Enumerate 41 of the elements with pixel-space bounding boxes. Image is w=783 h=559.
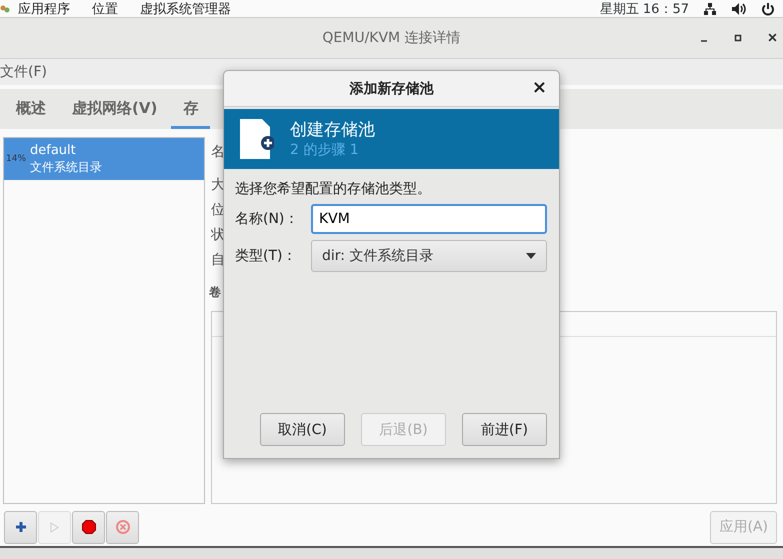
step-label: 2 的步骤 1 <box>290 141 360 159</box>
name-field[interactable]: KVM <box>311 204 547 234</box>
tab[interactable]: 存 <box>171 89 210 129</box>
add-button[interactable] <box>4 510 37 544</box>
dialog-button[interactable]: 取消(C) <box>260 413 345 446</box>
window-title: QEMU/KVM 连接详情 <box>322 29 461 47</box>
caret-icon <box>526 253 536 259</box>
plus-icon <box>14 521 26 533</box>
stop-button[interactable] <box>72 510 105 544</box>
tab[interactable]: 概述 <box>4 89 58 129</box>
menu-item[interactable]: 文件(F) <box>0 63 47 81</box>
pool-name: default <box>30 142 77 159</box>
pool-type: 文件系统目录 <box>30 159 102 176</box>
delete-icon <box>116 520 130 534</box>
top-menu[interactable]: 虚拟系统管理器 <box>140 0 231 18</box>
dialog-button[interactable]: 前进(F) <box>462 413 547 446</box>
section-label: 卷 <box>209 284 221 301</box>
top-menu[interactable]: 应用程序 <box>18 0 70 18</box>
power-icon[interactable] <box>761 2 775 16</box>
tab[interactable]: 虚拟网络(V) <box>60 89 170 129</box>
field-label: 名称(N)： <box>235 210 300 228</box>
clock[interactable]: 星期五 16：57 <box>600 0 689 18</box>
network-icon[interactable] <box>703 2 717 16</box>
close-icon[interactable] <box>768 33 777 42</box>
dialog-title: 添加新存储池 <box>350 80 434 98</box>
usage-label: 14% <box>6 154 28 164</box>
field-label: 类型(T)： <box>235 247 298 265</box>
field-label: 名 <box>211 143 225 161</box>
close-button[interactable]: × <box>528 78 551 98</box>
field-label: 自 <box>211 251 225 269</box>
dialog-heading: 创建存储池 <box>290 119 375 141</box>
prompt-text: 选择您希望配置的存储池类型。 <box>235 180 432 198</box>
maximize-icon[interactable] <box>734 34 742 42</box>
play-icon <box>50 522 59 532</box>
field-label: 位 <box>211 201 225 219</box>
top-menu[interactable]: 位置 <box>92 0 118 18</box>
field-label: 状 <box>211 226 225 244</box>
volume-icon[interactable] <box>731 2 747 16</box>
new-document-icon <box>238 117 274 161</box>
stop-icon <box>82 520 96 534</box>
type-dropdown[interactable]: dir: 文件系统目录 <box>311 240 547 272</box>
